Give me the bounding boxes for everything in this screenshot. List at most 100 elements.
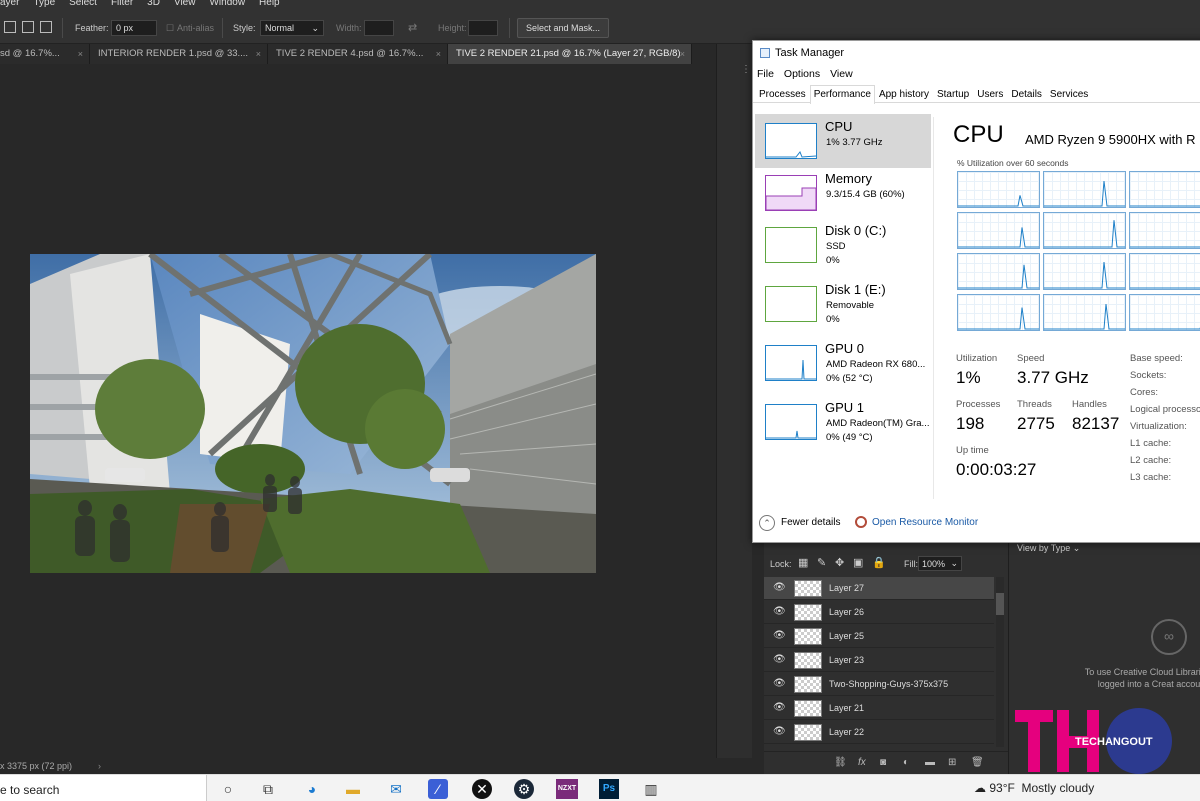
layer-row[interactable]: 👁 Layer 26 [764, 601, 994, 624]
menu-help[interactable]: Help [259, 0, 280, 12]
file-explorer-icon[interactable]: ▬ [343, 779, 363, 799]
new-group-icon[interactable]: ▬ [925, 757, 935, 768]
app-icon[interactable]: ⁄ [428, 779, 448, 799]
link-layers-icon[interactable]: ⛓ [834, 757, 847, 768]
close-icon[interactable]: × [78, 44, 83, 64]
close-icon[interactable]: × [256, 44, 261, 64]
sidebar-item-cpu[interactable]: CPU 1% 3.77 GHz [755, 114, 931, 168]
layers-scrollbar[interactable] [996, 577, 1004, 747]
sidebar-item-memory[interactable]: Memory 9.3/15.4 GB (60%) [755, 166, 931, 220]
sidebar-item-gpu-0[interactable]: GPU 0 AMD Radeon RX 680... 0% (52 °C) [755, 336, 931, 390]
height-input[interactable] [468, 20, 498, 36]
width-input[interactable] [364, 20, 394, 36]
close-icon[interactable]: × [436, 44, 441, 64]
doc-tab[interactable]: TIVE 2 RENDER 4.psd @ 16.7%... × [268, 44, 448, 64]
menu-window[interactable]: Window [209, 0, 245, 12]
add-selection-icon[interactable] [22, 21, 34, 33]
fx-icon[interactable]: fx [858, 757, 866, 768]
eye-icon[interactable]: 👁 [773, 582, 786, 594]
eye-icon[interactable]: 👁 [773, 726, 786, 738]
lock-brush-icon[interactable]: ✎ [817, 558, 828, 569]
menu-layer[interactable]: ayer [0, 0, 19, 12]
panel-grip-icon[interactable]: ⋮ [741, 64, 751, 78]
sidebar-item-disk-1[interactable]: Disk 1 (E:) Removable 0% [755, 277, 931, 331]
menu-view[interactable]: View [830, 65, 853, 83]
style-select[interactable]: Normal ⌄ [260, 20, 324, 36]
menu-filter[interactable]: Filter [111, 0, 133, 12]
layer-row[interactable]: 👁 Two-Shopping-Guys-375x375 [764, 673, 994, 696]
tab-details[interactable]: Details [1007, 85, 1046, 102]
antialias-checkbox[interactable]: ☐ [166, 23, 174, 34]
steam-icon[interactable]: ⚙ [514, 779, 534, 799]
menu-options[interactable]: Options [784, 65, 820, 83]
close-icon[interactable]: × [680, 44, 685, 64]
feather-input[interactable]: 0 px [111, 20, 157, 36]
edge-icon[interactable]: ◕ [302, 779, 322, 799]
task-view-icon[interactable]: ⧉ [258, 779, 278, 799]
new-layer-icon[interactable]: ⊞ [948, 757, 956, 768]
style-value: Normal [265, 23, 295, 33]
photoshop-icon[interactable]: Ps [599, 779, 619, 799]
doc-tab-active[interactable]: TIVE 2 RENDER 21.psd @ 16.7% (Layer 27, … [448, 44, 692, 64]
intersect-selection-icon[interactable] [40, 21, 52, 33]
doc-tab[interactable]: sd @ 16.7%... × [0, 44, 90, 64]
swap-icon[interactable]: ⇄ [408, 21, 417, 34]
sidebar-item-disk-0[interactable]: Disk 0 (C:) SSD 0% [755, 218, 931, 272]
tab-startup[interactable]: Startup [933, 85, 973, 102]
adjustment-layer-icon[interactable]: ◐ [903, 757, 909, 768]
layer-row[interactable]: 👁 Layer 27 [764, 577, 994, 600]
trash-icon[interactable]: 🗑 [971, 757, 984, 768]
lock-move-icon[interactable]: ✥ [835, 558, 846, 569]
eye-icon[interactable]: 👁 [773, 606, 786, 618]
tm-tabs: Processes Performance App history Startu… [753, 85, 1200, 104]
doc-tab-label: INTERIOR RENDER 1.psd @ 33.... [98, 48, 249, 59]
menu-type[interactable]: Type [33, 0, 55, 12]
xbox-icon[interactable]: ✕ [472, 779, 492, 799]
select-and-mask-button[interactable]: Select and Mask... [517, 18, 610, 38]
lock-artboard-icon[interactable]: ▣ [853, 558, 864, 569]
tab-app-history[interactable]: App history [875, 85, 933, 102]
taskbar-search-box[interactable]: e to search [0, 775, 207, 801]
new-selection-icon[interactable] [4, 21, 16, 33]
weather-widget[interactable]: ☁ 93°F Mostly cloudy [974, 781, 1094, 795]
layer-row[interactable]: 👁 Layer 22 [764, 721, 994, 744]
lock-all-icon[interactable]: 🔒 [872, 558, 886, 569]
menu-file[interactable]: File [757, 65, 774, 83]
menu-select[interactable]: Select [69, 0, 97, 12]
fill-input[interactable]: 100% ⌄ [918, 556, 962, 571]
layer-row[interactable]: 👁 Layer 21 [764, 697, 994, 720]
sidebar-item-gpu-1[interactable]: GPU 1 AMD Radeon(TM) Gra... 0% (49 °C) [755, 395, 931, 449]
doc-tab[interactable]: INTERIOR RENDER 1.psd @ 33.... × [90, 44, 268, 64]
layer-thumbnail [794, 724, 822, 741]
cpu-core-graph [1043, 171, 1126, 208]
eye-icon[interactable]: 👁 [773, 702, 786, 714]
tab-services[interactable]: Services [1046, 85, 1092, 102]
menu-3d[interactable]: 3D [147, 0, 160, 12]
fewer-details-button[interactable]: Fewer details [781, 517, 840, 528]
layer-row[interactable]: 👁 Layer 25 [764, 625, 994, 648]
lock-transparent-icon[interactable]: ▦ [798, 558, 809, 569]
mail-icon[interactable]: ✉ [386, 779, 406, 799]
tab-performance[interactable]: Performance [809, 85, 875, 104]
threads-label: Threads [1017, 399, 1052, 410]
chevron-down-icon: ⌄ [311, 23, 319, 33]
menu-view[interactable]: View [174, 0, 196, 12]
nzxt-icon[interactable]: NZXT [556, 779, 578, 799]
tab-users[interactable]: Users [973, 85, 1007, 102]
cpu-core-graph [957, 212, 1040, 249]
task-manager-taskbar-icon[interactable]: ▥ [641, 779, 661, 799]
chevron-up-icon[interactable]: ⌃ [759, 515, 775, 531]
tab-processes[interactable]: Processes [755, 85, 810, 102]
eye-icon[interactable]: 👁 [773, 678, 786, 690]
eye-icon[interactable]: 👁 [773, 630, 786, 642]
cortana-icon[interactable]: ○ [218, 779, 238, 799]
view-by-dropdown[interactable]: View by Type ⌄ [1017, 543, 1080, 554]
eye-icon[interactable]: 👁 [773, 654, 786, 666]
chevron-right-icon[interactable]: › [98, 758, 101, 774]
tm-titlebar[interactable]: Task Manager [753, 41, 1200, 65]
layer-row[interactable]: 👁 Layer 23 [764, 649, 994, 672]
scrollbar-thumb[interactable] [996, 593, 1004, 615]
layer-mask-icon[interactable]: ◙ [880, 757, 886, 768]
weather-desc: Mostly cloudy [1021, 781, 1095, 795]
open-resource-monitor-link[interactable]: Open Resource Monitor [872, 517, 978, 528]
